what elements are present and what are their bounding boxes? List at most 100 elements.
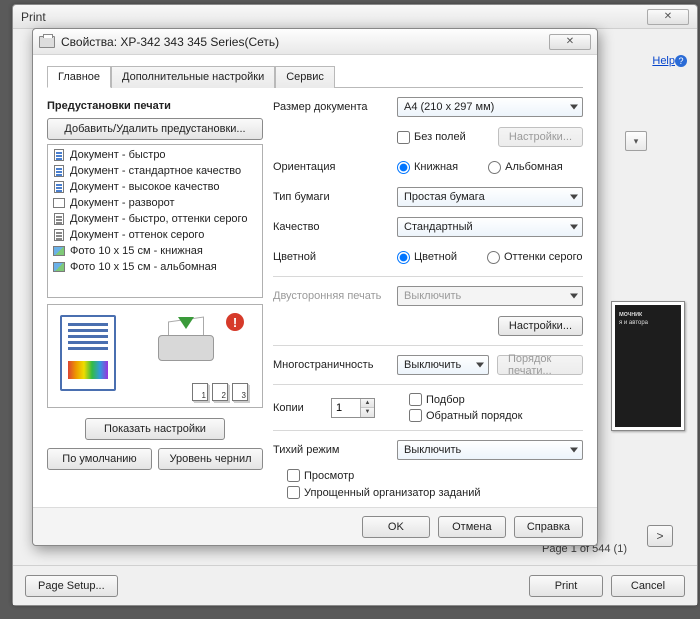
defaults-button[interactable]: По умолчанию <box>47 448 152 470</box>
collate-label: Подбор <box>426 394 465 406</box>
next-page-button[interactable]: > <box>647 525 673 547</box>
list-item-label: Фото 10 х 15 см - книжная <box>70 245 203 257</box>
tabs: Главное Дополнительные настройки Сервис <box>47 65 583 88</box>
paper-type-combo[interactable]: Простая бумага <box>397 187 583 207</box>
landscape-radio[interactable]: Альбомная <box>488 161 563 174</box>
document-icon <box>52 180 66 194</box>
doc-size-label: Размер документа <box>273 101 397 113</box>
tab-additional[interactable]: Дополнительные настройки <box>111 66 275 88</box>
cancel-button[interactable]: Cancel <box>611 575 685 597</box>
borderless-label: Без полей <box>414 131 466 143</box>
page-stack-icon <box>192 383 248 401</box>
document-gray-icon <box>52 228 66 242</box>
spinner-up-icon[interactable]: ▲ <box>361 399 374 409</box>
list-item-label: Документ - быстро <box>70 149 166 161</box>
preview-panel: ! <box>47 304 263 408</box>
list-item-label: Документ - оттенок серого <box>70 229 204 241</box>
document-thumbnail: мочник я и автора <box>611 301 685 431</box>
list-item-label: Фото 10 х 15 см - альбомная <box>70 261 217 273</box>
preview-document-icon <box>60 315 116 391</box>
preview-label: Просмотр <box>304 470 354 482</box>
tab-service[interactable]: Сервис <box>275 66 335 88</box>
tab-main-content: Предустановки печати Добавить/Удалить пр… <box>47 88 583 499</box>
props-help-button[interactable]: Справка <box>514 516 583 538</box>
borderless-settings-button[interactable]: Настройки... <box>498 127 583 147</box>
duplex-label: Двусторонняя печать <box>273 290 397 302</box>
tab-main[interactable]: Главное <box>47 66 111 88</box>
reverse-checkbox[interactable]: Обратный порядок <box>409 409 522 422</box>
duplex-combo[interactable]: Выключить <box>397 286 583 306</box>
multipage-label: Многостраничность <box>273 359 397 371</box>
collate-checkbox[interactable]: Подбор <box>409 393 522 406</box>
close-icon[interactable]: ✕ <box>647 9 689 25</box>
thumb-subtitle: я и автора <box>619 320 677 326</box>
preview-checkbox[interactable]: Просмотр <box>287 469 583 482</box>
list-item[interactable]: Документ - оттенок серого <box>48 227 262 243</box>
photo-icon <box>52 244 66 258</box>
portrait-label: Книжная <box>414 161 458 173</box>
copies-value: 1 <box>336 402 342 414</box>
print-button[interactable]: Print <box>529 575 603 597</box>
job-organizer-checkbox[interactable]: Упрощенный организатор заданий <box>287 486 583 499</box>
gray-opt-label: Оттенки серого <box>504 251 582 263</box>
reverse-label: Обратный порядок <box>426 410 522 422</box>
doc-size-combo[interactable]: A4 (210 x 297 мм) <box>397 97 583 117</box>
error-icon: ! <box>226 313 244 331</box>
borderless-checkbox[interactable]: Без полей <box>397 131 466 144</box>
multipage-combo[interactable]: Выключить <box>397 355 489 375</box>
quiet-mode-label: Тихий режим <box>273 444 397 456</box>
list-item[interactable]: Фото 10 х 15 см - альбомная <box>48 259 262 275</box>
print-dialog-footer: Page Setup... Print Cancel <box>13 565 697 605</box>
list-item[interactable]: Документ - высокое качество <box>48 179 262 195</box>
portrait-radio[interactable]: Книжная <box>397 161 458 174</box>
color-radio[interactable]: Цветной <box>397 251 457 264</box>
props-cancel-button[interactable]: Отмена <box>438 516 506 538</box>
props-footer: OK Отмена Справка <box>33 507 597 545</box>
grayscale-radio[interactable]: Оттенки серого <box>487 251 582 264</box>
print-title: Print <box>21 10 647 24</box>
props-body: Главное Дополнительные настройки Сервис … <box>33 55 597 499</box>
paper-type-label: Тип бумаги <box>273 191 397 203</box>
copies-spinner[interactable]: 1 ▲▼ <box>331 398 375 418</box>
page-order-button[interactable]: Порядок печати... <box>497 355 583 375</box>
list-item[interactable]: Документ - стандартное качество <box>48 163 262 179</box>
document-icon <box>52 164 66 178</box>
right-column: Размер документа A4 (210 x 297 мм) Без п… <box>273 96 583 499</box>
props-close-icon[interactable]: ✕ <box>549 34 591 50</box>
manage-presets-button[interactable]: Добавить/Удалить предустановки... <box>47 118 263 140</box>
presets-listbox[interactable]: Документ - быстро Документ - стандартное… <box>47 144 263 298</box>
list-item-label: Документ - высокое качество <box>70 181 219 193</box>
photo-landscape-icon <box>52 260 66 274</box>
show-settings-button[interactable]: Показать настройки <box>85 418 225 440</box>
list-item[interactable]: Документ - быстро <box>48 147 262 163</box>
help-icon[interactable]: ? <box>675 55 687 67</box>
spread-icon <box>52 196 66 210</box>
page-setup-button[interactable]: Page Setup... <box>25 575 118 597</box>
props-titlebar: Свойства: XP-342 343 345 Series(Сеть) ✕ <box>33 29 597 55</box>
list-item[interactable]: Документ - быстро, оттенки серого <box>48 211 262 227</box>
preview-printer-icon <box>156 319 216 365</box>
printer-icon <box>39 36 55 48</box>
ok-button[interactable]: OK <box>362 516 430 538</box>
ink-levels-button[interactable]: Уровень чернил <box>158 448 263 470</box>
left-column: Предустановки печати Добавить/Удалить пр… <box>47 96 263 499</box>
printer-properties-dialog: Свойства: XP-342 343 345 Series(Сеть) ✕ … <box>32 28 598 546</box>
duplex-settings-button[interactable]: Настройки... <box>498 316 583 336</box>
spinner-down-icon[interactable]: ▼ <box>361 408 374 417</box>
list-item[interactable]: Фото 10 х 15 см - книжная <box>48 243 262 259</box>
printer-select-dropdown[interactable]: ▾ <box>625 131 647 151</box>
thumbnail-content: мочник я и автора <box>615 305 681 427</box>
list-item-label: Документ - разворот <box>70 197 175 209</box>
copies-label: Копии <box>273 402 331 414</box>
orientation-label: Ориентация <box>273 161 397 173</box>
list-item[interactable]: Документ - разворот <box>48 195 262 211</box>
quality-combo[interactable]: Стандартный <box>397 217 583 237</box>
thumb-title: мочник <box>619 311 677 318</box>
list-item-label: Документ - быстро, оттенки серого <box>70 213 247 225</box>
presets-title: Предустановки печати <box>47 100 263 112</box>
document-icon <box>52 148 66 162</box>
landscape-label: Альбомная <box>505 161 563 173</box>
quiet-mode-combo[interactable]: Выключить <box>397 440 583 460</box>
help-link[interactable]: Help <box>652 55 675 67</box>
list-item-label: Документ - стандартное качество <box>70 165 241 177</box>
